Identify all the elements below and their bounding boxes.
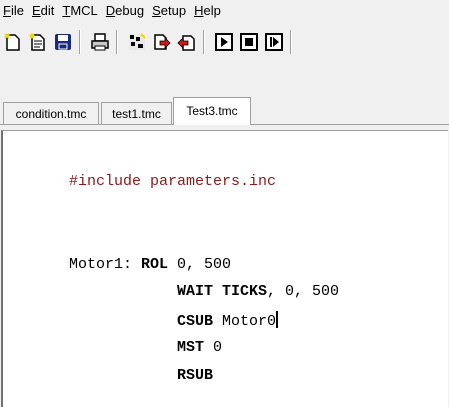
save-button[interactable] (52, 30, 74, 54)
upload-icon (177, 35, 195, 51)
toolbar-separator (290, 30, 292, 54)
code-args: 0 (204, 339, 223, 356)
code-line-2: WAIT TICKS, 0, 500 (177, 283, 339, 300)
code-editor[interactable]: #include parameters.inc Motor1: ROL 0, 5… (1, 130, 448, 407)
menu-setup[interactable]: Setup (152, 0, 186, 22)
toolbar-separator (203, 30, 205, 54)
download-button[interactable] (151, 30, 173, 54)
code-command: WAIT TICKS (177, 283, 268, 300)
download-icon (154, 34, 171, 50)
step-button[interactable] (263, 30, 285, 54)
code-args: 0, 500 (168, 256, 232, 273)
text-cursor (276, 311, 279, 328)
tab-test1[interactable]: test1.tmc (101, 102, 172, 124)
code-args: , 0, 500 (267, 283, 340, 300)
menu-edit[interactable]: Edit (32, 0, 54, 22)
menu-bar: File Edit TMCL Debug Setup Help (0, 0, 449, 22)
menu-tmcl[interactable]: TMCL (62, 0, 97, 22)
code-args: Motor0 (213, 313, 277, 330)
code-command: CSUB (177, 313, 214, 330)
code-line-4: MST 0 (177, 339, 222, 356)
toolbar-separator (79, 30, 81, 54)
menu-file[interactable]: File (3, 0, 24, 22)
toolbar (0, 25, 449, 59)
code-label: Motor1: (69, 256, 133, 273)
save-icon (55, 34, 71, 50)
open-file-button[interactable] (27, 30, 49, 54)
print-icon (91, 33, 109, 51)
code-command: RSUB (177, 367, 214, 384)
code-line-3: CSUB Motor0 (177, 311, 279, 330)
tab-test3[interactable]: Test3.tmc (173, 97, 251, 125)
code-command: MST (177, 339, 205, 356)
include-line: #include parameters.inc (69, 173, 277, 190)
stop-icon (240, 33, 258, 51)
assemble-icon (129, 33, 146, 50)
toolbar-separator (116, 30, 118, 54)
upload-button[interactable] (176, 30, 198, 54)
new-file-icon (4, 33, 20, 51)
assemble-button[interactable] (126, 30, 148, 54)
run-button[interactable] (213, 30, 235, 54)
run-icon (215, 33, 233, 51)
code-line-1: Motor1: ROL 0, 500 (69, 256, 231, 273)
file-tabs: condition.tmc test1.tmc Test3.tmc (0, 96, 449, 126)
menu-debug[interactable]: Debug (106, 0, 144, 22)
stop-button[interactable] (238, 30, 260, 54)
open-file-icon (29, 33, 45, 51)
menu-help[interactable]: Help (194, 0, 221, 22)
print-button[interactable] (89, 30, 111, 54)
code-line-5: RSUB (177, 367, 213, 384)
code-command: ROL (141, 256, 169, 273)
tab-condition[interactable]: condition.tmc (3, 102, 99, 124)
new-file-button[interactable] (2, 30, 24, 54)
step-icon (265, 33, 283, 51)
